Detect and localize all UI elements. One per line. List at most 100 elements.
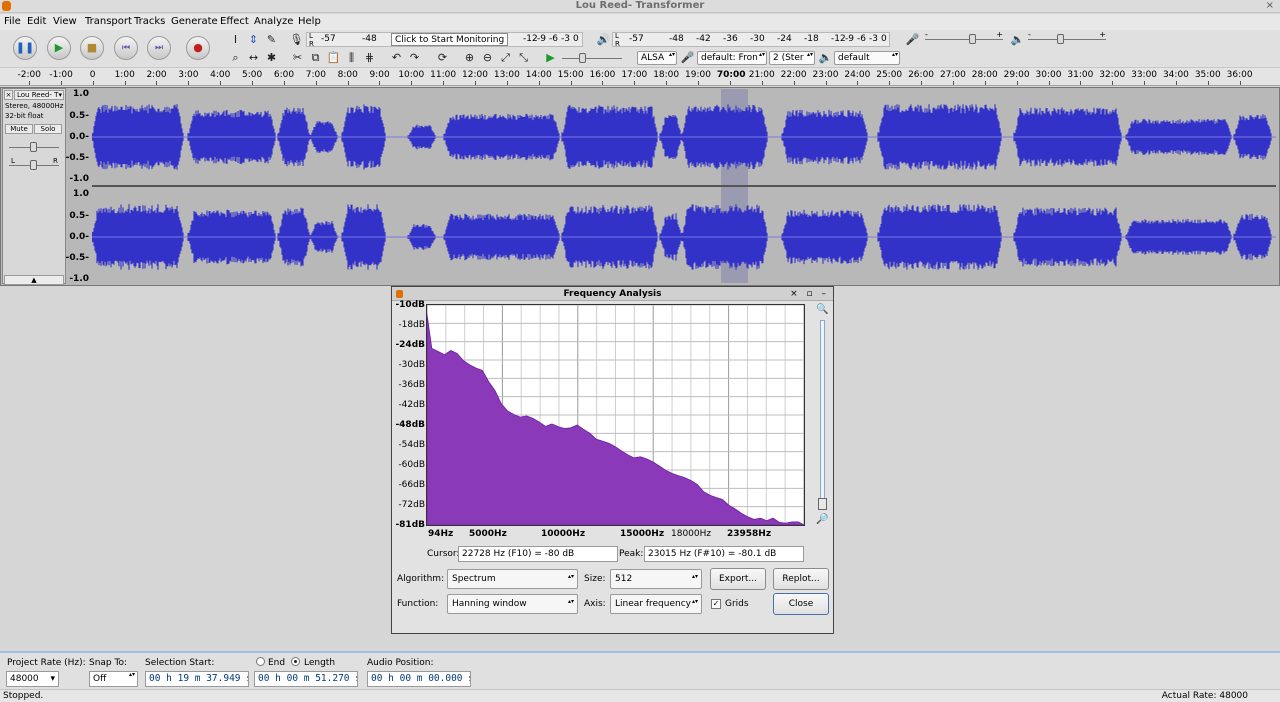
actual-rate-text: Actual Rate: 48000 <box>1161 691 1248 701</box>
track-gain-knob[interactable] <box>30 142 37 152</box>
redo-icon[interactable]: ↷ <box>407 50 422 65</box>
solo-button[interactable]: Solo <box>34 124 62 134</box>
export-button[interactable]: Export... <box>710 568 766 590</box>
size-select[interactable]: 512 <box>610 569 702 589</box>
window-close-icon[interactable]: × <box>1266 0 1274 12</box>
record-meter-mic-icon[interactable]: 🎙 <box>289 32 304 47</box>
input-volume-knob[interactable] <box>969 34 976 44</box>
zoom-slider-track[interactable] <box>820 320 825 510</box>
replot-button[interactable]: Replot... <box>773 568 829 590</box>
length-radio[interactable] <box>291 657 300 666</box>
selection-length-field[interactable]: 00 h 00 m 51.270 s <box>254 671 358 687</box>
title-bar: Lou Reed- Transformer × <box>0 0 1280 13</box>
menu-effect[interactable]: Effect <box>220 14 249 29</box>
input-volume-slider[interactable]: - + <box>925 30 1003 45</box>
track-gain-slider[interactable] <box>9 141 59 153</box>
output-volume-slider[interactable]: - + <box>1028 30 1106 45</box>
zoom-in-icon[interactable]: ⊕ <box>462 50 477 65</box>
undo-icon[interactable]: ↶ <box>389 50 404 65</box>
skip-to-end-button[interactable]: ⏭ <box>147 36 171 60</box>
menu-edit[interactable]: Edit <box>27 14 46 29</box>
ruler-tick-label: 13:00 <box>493 70 520 80</box>
play-at-speed-slider[interactable] <box>562 52 622 64</box>
fit-selection-icon[interactable]: ⤢ <box>498 50 513 65</box>
play-icon: ▶ <box>54 41 64 54</box>
silence-icon[interactable]: ⋕ <box>362 50 377 65</box>
stereo-waveform[interactable] <box>92 89 1276 283</box>
output-volume-knob[interactable] <box>1057 34 1064 44</box>
zoom-out-icon[interactable]: ⊖ <box>480 50 495 65</box>
record-meter[interactable]: L R -57 -48 Click to Start Monitoring -1… <box>306 32 583 47</box>
selection-start-field[interactable]: 00 h 19 m 37.949 s <box>145 671 249 687</box>
dialog-window-controls[interactable]: × ▫ – <box>790 287 829 301</box>
draw-tool-icon[interactable]: ✎ <box>264 32 279 47</box>
menu-tracks[interactable]: Tracks <box>134 14 165 29</box>
audio-host-select[interactable]: ALSA <box>637 51 677 65</box>
spectrum-plot[interactable] <box>426 304 805 526</box>
copy-icon[interactable]: ⧉ <box>308 50 323 65</box>
collapse-track-button[interactable]: ▲ <box>4 275 64 285</box>
track-pan-slider[interactable] <box>9 159 59 171</box>
ruler-tick-mark <box>1016 81 1018 85</box>
ruler-tick-mark <box>124 81 126 85</box>
ruler-tick-mark <box>315 81 317 85</box>
ruler-tick-mark <box>538 81 540 85</box>
timeline-ruler[interactable]: -2:00 -1:00 0 1:00 2:00 3:00 4:00 5:00 6:00 7:00 8… <box>0 68 1280 86</box>
time-shift-tool-icon[interactable]: ↔ <box>246 50 261 65</box>
ruler-tick-label: 36:00 <box>1226 70 1253 80</box>
start-monitoring-prompt[interactable]: Click to Start Monitoring <box>391 33 509 46</box>
ruler-tick-mark <box>1207 81 1209 85</box>
track-pan-knob[interactable] <box>30 160 37 170</box>
waveform-right-channel[interactable] <box>92 204 1276 270</box>
zoom-tool-icon[interactable]: ⌕ <box>228 50 243 65</box>
zoom-slider-thumb[interactable] <box>818 498 827 510</box>
project-rate-select[interactable]: 48000 ▾ <box>6 671 59 687</box>
play-meter-speaker-icon[interactable]: 🔊 <box>596 32 611 47</box>
playback-device-select[interactable]: default <box>834 51 900 65</box>
waveform-left-channel[interactable] <box>92 104 1276 170</box>
play-at-speed-icon[interactable]: ▶ <box>543 50 558 65</box>
ruler-tick-label: 70:00 <box>716 70 746 80</box>
zoom-out-magnifier-icon[interactable]: 🔎 <box>816 514 828 525</box>
snap-to-select[interactable]: Off ▴▾ <box>89 671 138 687</box>
play-at-speed-knob[interactable] <box>579 53 586 63</box>
grids-checkbox[interactable]: ✓ <box>711 599 721 609</box>
track-close-button[interactable]: × <box>4 90 13 100</box>
menu-analyze[interactable]: Analyze <box>254 14 293 29</box>
end-radio[interactable] <box>256 657 265 666</box>
selection-tool-icon[interactable]: I <box>228 32 243 47</box>
menu-transport[interactable]: Transport <box>85 14 132 29</box>
stop-icon: ■ <box>86 41 98 54</box>
play-button[interactable]: ▶ <box>47 36 71 60</box>
sync-lock-icon[interactable]: ⟳ <box>435 50 450 65</box>
playback-meter[interactable]: L R -57 -48 -42 -36 -30 -24 -18 -12 -9 -… <box>612 32 890 47</box>
menu-help[interactable]: Help <box>298 14 321 29</box>
mute-button[interactable]: Mute <box>5 124 33 134</box>
algorithm-select[interactable]: Spectrum <box>447 569 578 589</box>
menu-generate[interactable]: Generate <box>171 14 218 29</box>
envelope-tool-icon[interactable]: ⇕ <box>246 32 261 47</box>
audio-position-field[interactable]: 00 h 00 m 00.000 s <box>367 671 471 687</box>
pause-button[interactable]: ❚❚ <box>13 36 37 60</box>
cut-icon[interactable]: ✂ <box>290 50 305 65</box>
recording-device-select[interactable]: default: Fron <box>697 51 767 65</box>
zoom-in-magnifier-icon[interactable]: 🔍 <box>816 304 828 315</box>
trim-icon[interactable]: ⫼ <box>344 50 359 65</box>
close-button[interactable]: Close <box>773 593 829 615</box>
ruler-tick-label: 8:00 <box>337 70 358 80</box>
cursor-readout: 22728 Hz (F10) = -80 dB <box>458 546 618 562</box>
track-name-menu[interactable]: Lou Reed- T ▾ <box>14 90 64 100</box>
ruler-tick-mark <box>825 81 827 85</box>
menu-file[interactable]: File <box>4 14 21 29</box>
multi-tool-icon[interactable]: ✱ <box>264 50 279 65</box>
paste-icon[interactable]: 📋 <box>326 50 341 65</box>
recording-channels-select[interactable]: 2 (Ster <box>769 51 815 65</box>
axis-select[interactable]: Linear frequency <box>610 594 702 614</box>
stop-button[interactable]: ■ <box>80 36 104 60</box>
window-function-select[interactable]: Hanning window <box>447 594 578 614</box>
fit-project-icon[interactable]: ⤡ <box>516 50 531 65</box>
snap-to-label: Snap To: <box>89 658 128 668</box>
menu-view[interactable]: View <box>53 14 77 29</box>
record-button[interactable]: ● <box>186 36 210 60</box>
skip-to-start-button[interactable]: ⏮ <box>114 36 138 60</box>
